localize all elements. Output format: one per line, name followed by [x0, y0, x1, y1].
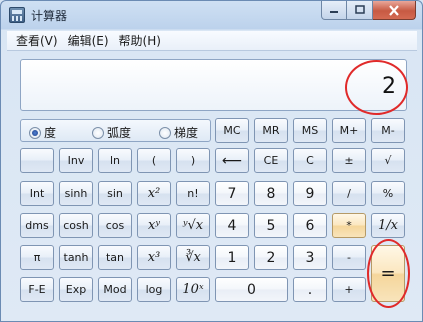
digit-5-button[interactable]: 5: [254, 213, 288, 238]
mod-button[interactable]: Mod: [98, 277, 132, 302]
percent-button[interactable]: %: [371, 181, 405, 206]
digit-4-button[interactable]: 4: [215, 213, 249, 238]
fe-button[interactable]: F-E: [20, 277, 54, 302]
cube-root-button[interactable]: ∛x: [176, 245, 210, 270]
maximize-icon: [354, 5, 365, 14]
radio-selected-icon: [29, 126, 41, 139]
tan-button[interactable]: tan: [98, 245, 132, 270]
cosh-button[interactable]: cosh: [59, 213, 93, 238]
inv-button[interactable]: Inv: [59, 148, 93, 173]
window-controls: [321, 1, 416, 20]
close-paren-button[interactable]: ): [176, 148, 210, 173]
dms-button[interactable]: dms: [20, 213, 54, 238]
plus-button[interactable]: +: [332, 277, 366, 302]
plus-minus-button[interactable]: ±: [332, 148, 366, 173]
menu-edit[interactable]: 编辑(E): [63, 31, 114, 51]
minimize-button[interactable]: [321, 1, 347, 20]
reciprocal-button[interactable]: 1/x: [371, 213, 405, 238]
result-display: 2: [20, 59, 407, 111]
log-button[interactable]: log: [137, 277, 171, 302]
cube-root-label: ∛x: [185, 250, 201, 265]
y-root-button[interactable]: ʸ√x: [176, 213, 210, 238]
radio-degrees-label: 度: [44, 126, 57, 140]
minus-button[interactable]: -: [332, 245, 366, 270]
radio-radians[interactable]: 弧度: [92, 124, 131, 141]
mr-button[interactable]: MR: [254, 118, 288, 143]
x-squared-button[interactable]: x²: [137, 181, 171, 206]
radio-degrees[interactable]: 度: [29, 124, 56, 141]
ce-button[interactable]: CE: [254, 148, 288, 173]
x-power-y-label: xʸ: [148, 218, 160, 233]
exp-button[interactable]: Exp: [59, 277, 93, 302]
tanh-button[interactable]: tanh: [59, 245, 93, 270]
menu-view[interactable]: 查看(V): [11, 31, 63, 51]
sqrt-button[interactable]: √: [371, 148, 405, 173]
sinh-button[interactable]: sinh: [59, 181, 93, 206]
equals-button[interactable]: =: [371, 245, 405, 302]
m-plus-button[interactable]: M+: [332, 118, 366, 143]
calculator-icon: [9, 7, 25, 23]
ten-power-x-label: 10ˣ: [182, 282, 204, 297]
ms-button[interactable]: MS: [293, 118, 327, 143]
divide-button[interactable]: /: [332, 181, 366, 206]
pi-button[interactable]: π: [20, 245, 54, 270]
sin-button[interactable]: sin: [98, 181, 132, 206]
digit-0-button[interactable]: 0: [215, 277, 288, 302]
decimal-button[interactable]: .: [293, 277, 327, 302]
radio-gradians[interactable]: 梯度: [159, 124, 198, 141]
minimize-icon: [330, 11, 338, 13]
digit-2-button[interactable]: 2: [254, 245, 288, 270]
digit-8-button[interactable]: 8: [254, 181, 288, 206]
digit-7-button[interactable]: 7: [215, 181, 249, 206]
cos-button[interactable]: cos: [98, 213, 132, 238]
maximize-button[interactable]: [347, 1, 373, 20]
digit-6-button[interactable]: 6: [293, 213, 327, 238]
x-cubed-button[interactable]: x³: [137, 245, 171, 270]
reciprocal-label: 1/x: [378, 218, 398, 233]
y-root-label: ʸ√x: [182, 218, 204, 233]
radio-radians-label: 弧度: [107, 126, 132, 140]
int-button[interactable]: Int: [20, 181, 54, 206]
digit-9-button[interactable]: 9: [293, 181, 327, 206]
x-cubed-label: x³: [147, 250, 161, 265]
menu-help[interactable]: 帮助(H): [114, 31, 166, 51]
clear-button[interactable]: C: [293, 148, 327, 173]
angle-unit-group: 度 弧度 梯度: [20, 119, 211, 142]
calculator-window: 计算器 查看(V) 编辑(E) 帮助(H) 2 度 弧度 梯度 MC MR MS…: [0, 0, 423, 322]
menu-bar: 查看(V) 编辑(E) 帮助(H): [7, 31, 417, 51]
digit-1-button[interactable]: 1: [215, 245, 249, 270]
open-paren-button[interactable]: (: [137, 148, 171, 173]
radio-unselected-icon: [92, 126, 104, 139]
close-icon: [389, 4, 399, 16]
m-minus-button[interactable]: M-: [371, 118, 405, 143]
factorial-button[interactable]: n!: [176, 181, 210, 206]
digit-3-button[interactable]: 3: [293, 245, 327, 270]
window-title: 计算器: [31, 9, 68, 23]
display-value: 2: [382, 74, 396, 99]
radio-unselected-icon: [159, 126, 171, 139]
title-bar[interactable]: 计算器: [1, 1, 422, 29]
ln-button[interactable]: ln: [98, 148, 132, 173]
x-squared-label: x²: [147, 186, 161, 201]
mc-button[interactable]: MC: [215, 118, 249, 143]
blank-button[interactable]: [20, 148, 54, 173]
backspace-button[interactable]: ⟵: [215, 148, 249, 173]
close-button[interactable]: [373, 1, 416, 20]
multiply-button[interactable]: *: [332, 213, 366, 238]
radio-gradians-label: 梯度: [174, 126, 199, 140]
ten-power-x-button[interactable]: 10ˣ: [176, 277, 210, 302]
x-power-y-button[interactable]: xʸ: [137, 213, 171, 238]
